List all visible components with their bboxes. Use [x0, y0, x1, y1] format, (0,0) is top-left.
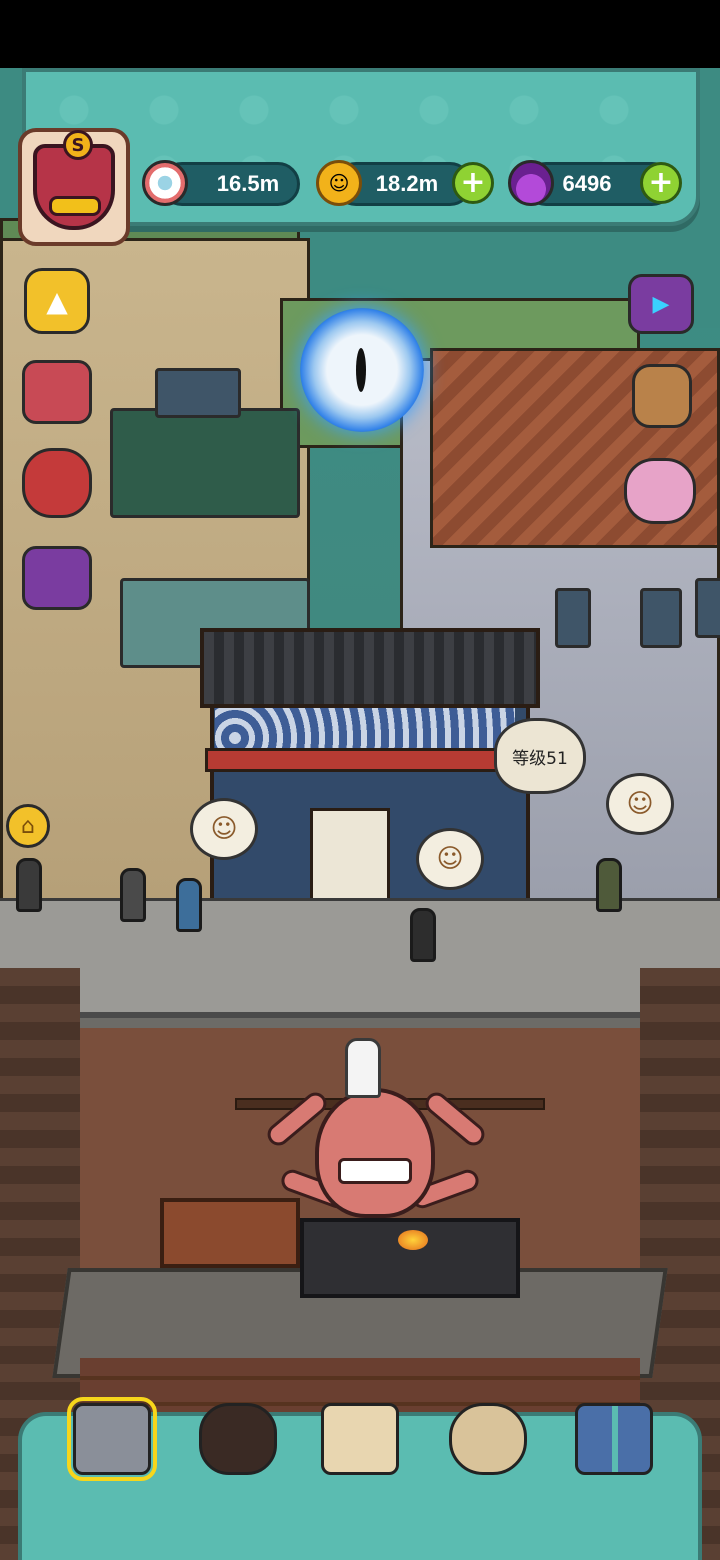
right-window-3	[555, 588, 591, 648]
eyeball-icon	[142, 160, 188, 206]
monster-eggs-icon[interactable]	[624, 458, 696, 524]
recipe-book-nav-button[interactable]	[318, 1398, 402, 1480]
portal-eye	[356, 348, 366, 392]
customer[interactable]	[120, 868, 146, 922]
avatar-mouth	[49, 196, 101, 216]
backpack-icon[interactable]	[632, 364, 692, 428]
neon-sign-window	[110, 408, 300, 518]
customer-thought-bubble[interactable]: ☺	[416, 828, 484, 890]
player-avatar[interactable]: S	[18, 128, 130, 246]
add-coins-button[interactable]: +	[452, 162, 494, 204]
book-icon	[321, 1403, 399, 1475]
customer-thought-bubble[interactable]: ☺	[606, 773, 674, 835]
shop-level-bubble[interactable]: 等级51	[494, 718, 586, 794]
monster-icon	[199, 1403, 277, 1475]
kitchen-counter	[160, 1198, 300, 1268]
shop-level-label: 等级51	[512, 748, 568, 769]
octopus-teeth	[338, 1158, 412, 1184]
upper-window	[155, 368, 241, 418]
shop-red-band	[205, 748, 535, 772]
shop-roof	[200, 628, 540, 708]
coin-value: 18.2m	[375, 171, 439, 196]
coin-icon: ☺	[316, 160, 362, 206]
right-window-2	[695, 578, 720, 638]
shop-building-icon	[67, 1397, 157, 1481]
fruit-bag-icon[interactable]	[22, 448, 92, 518]
customer[interactable]	[410, 908, 436, 962]
chef-hat-icon	[345, 1038, 381, 1098]
tv-video-icon[interactable]: ▶	[628, 274, 694, 334]
money-bag-nav-button[interactable]	[446, 1398, 530, 1480]
grid-menu-icon	[575, 1403, 653, 1475]
customer[interactable]	[176, 878, 202, 932]
stove-fire-icon	[398, 1230, 428, 1250]
building-nav-button[interactable]	[67, 1397, 157, 1481]
status-bar	[0, 0, 720, 68]
potion-icon	[508, 160, 554, 206]
right-window-1	[640, 588, 682, 648]
gift-box-icon[interactable]	[22, 360, 92, 424]
game-scene[interactable]: ☺ ☺ ☺ 等级51	[0, 68, 720, 1560]
collapse-up-icon[interactable]: ▲	[24, 268, 90, 334]
home-icon[interactable]: ⌂	[6, 804, 50, 848]
octopus-chef[interactable]	[315, 1088, 435, 1218]
card-pack-icon[interactable]	[22, 546, 92, 610]
potion-value: 6496	[562, 171, 612, 196]
customer[interactable]	[16, 858, 42, 912]
customer[interactable]	[596, 858, 622, 912]
menu-grid-nav-button[interactable]	[572, 1398, 656, 1480]
add-potions-button[interactable]: +	[640, 162, 682, 204]
street	[0, 898, 720, 1018]
monster-avatar-icon: S	[33, 130, 115, 230]
monster-nav-button[interactable]	[196, 1398, 280, 1480]
customer-thought-bubble[interactable]: ☺	[190, 798, 258, 860]
avatar-rank-badge: S	[63, 130, 93, 160]
money-bag-icon	[449, 1403, 527, 1475]
eyeball-value: 16.5m	[216, 171, 280, 196]
